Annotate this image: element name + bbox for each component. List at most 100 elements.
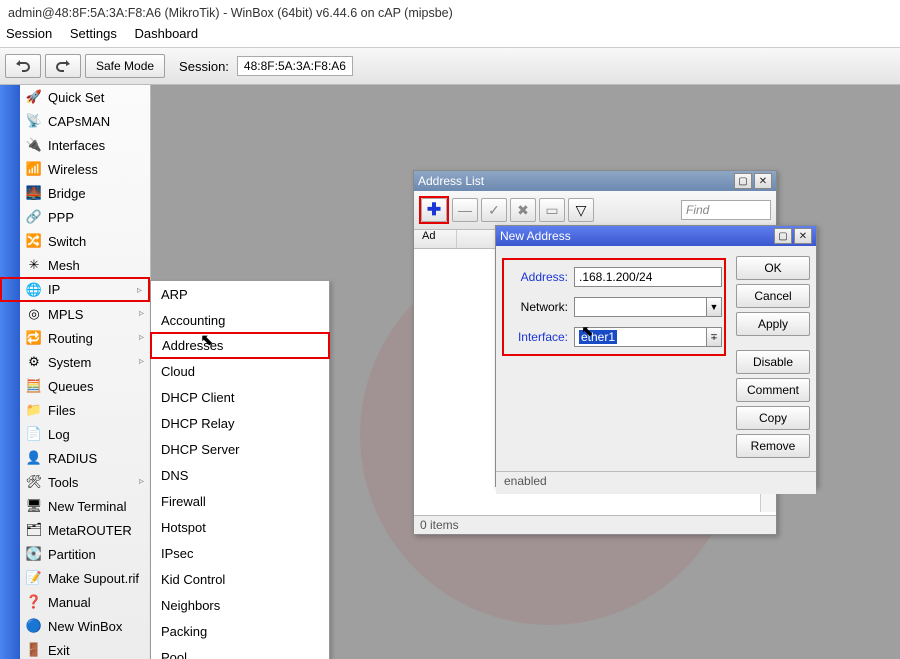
sidebar-item-system[interactable]: ⚙System▹ (20, 350, 150, 374)
sidebar-item-metarouter[interactable]: 🗂MetaROUTER (20, 518, 150, 542)
sidebar-icon: 📶 (26, 161, 42, 177)
main-toolbar: Safe Mode Session: 48:8F:5A:3A:F8:A6 (0, 48, 900, 85)
min-button[interactable]: ▢ (774, 228, 792, 244)
close-button[interactable]: ✕ (754, 173, 772, 189)
sidebar-icon: 🔌 (26, 137, 42, 153)
new-address-status: enabled (496, 471, 816, 494)
sidebar-item-radius[interactable]: 👤RADIUS (20, 446, 150, 470)
sidebar-item-files[interactable]: 📁Files (20, 398, 150, 422)
filter-button[interactable]: ▽ (568, 198, 594, 222)
sidebar-item-new-winbox[interactable]: 🔵New WinBox (20, 614, 150, 638)
address-input[interactable]: .168.1.200/24 (574, 267, 722, 287)
comment-button[interactable]: Comment (736, 378, 810, 402)
sidebar-item-manual[interactable]: ❓Manual (20, 590, 150, 614)
cancel-button[interactable]: Cancel (736, 284, 810, 308)
sidebar-label: System (48, 355, 91, 370)
disable-button[interactable]: ✖ (510, 198, 536, 222)
sidebar-icon: ⚙ (26, 354, 42, 370)
sidebar-icon: 🌐 (26, 282, 42, 298)
sidebar-icon: 🛠 (26, 474, 42, 490)
ok-button[interactable]: OK (736, 256, 810, 280)
sidebar-item-ppp[interactable]: 🔗PPP (20, 205, 150, 229)
submenu-item-packing[interactable]: Packing (151, 618, 329, 644)
sidebar-item-make-supout-rif[interactable]: 📝Make Supout.rif (20, 566, 150, 590)
submenu-item-dhcp-relay[interactable]: DHCP Relay (151, 410, 329, 436)
sidebar-label: Partition (48, 547, 96, 562)
new-address-title: New Address (500, 229, 772, 243)
find-input[interactable]: Find (681, 200, 771, 220)
remove-button[interactable]: Remove (736, 434, 810, 458)
sidebar-icon: 🌉 (26, 185, 42, 201)
menu-session[interactable]: Session (6, 26, 52, 41)
sidebar-icon: ◎ (26, 306, 42, 322)
session-value[interactable]: 48:8F:5A:3A:F8:A6 (237, 56, 353, 76)
sidebar-item-routing[interactable]: 🔁Routing▹ (20, 326, 150, 350)
undo-button[interactable] (5, 54, 41, 78)
sidebar-label: Mesh (48, 258, 80, 273)
submenu-item-dns[interactable]: DNS (151, 462, 329, 488)
sidebar-item-quick-set[interactable]: 🚀Quick Set (20, 85, 150, 109)
menu-dashboard[interactable]: Dashboard (134, 26, 198, 41)
sidebar-label: PPP (48, 210, 74, 225)
comment-button[interactable]: ▭ (539, 198, 565, 222)
submenu-item-dhcp-client[interactable]: DHCP Client (151, 384, 329, 410)
remove-button[interactable]: — (452, 198, 478, 222)
submenu-item-arp[interactable]: ARP (151, 281, 329, 307)
copy-button[interactable]: Copy (736, 406, 810, 430)
sidebar-icon: 🔁 (26, 330, 42, 346)
submenu-item-pool[interactable]: Pool (151, 644, 329, 659)
ip-submenu: ARPAccountingAddressesCloudDHCP ClientDH… (150, 280, 330, 659)
submenu-item-kid-control[interactable]: Kid Control (151, 566, 329, 592)
sidebar-item-interfaces[interactable]: 🔌Interfaces (20, 133, 150, 157)
submenu-arrow-icon: ▹ (137, 285, 142, 296)
sidebar-label: Manual (48, 595, 91, 610)
submenu-item-neighbors[interactable]: Neighbors (151, 592, 329, 618)
sidebar-item-exit[interactable]: 🚪Exit (20, 638, 150, 659)
window-title: admin@48:8F:5A:3A:F8:A6 (MikroTik) - Win… (0, 0, 900, 24)
apply-button[interactable]: Apply (736, 312, 810, 336)
sidebar-label: Wireless (48, 162, 98, 177)
sidebar-label: IP (48, 282, 60, 297)
redo-button[interactable] (45, 54, 81, 78)
sidebar-item-wireless[interactable]: 📶 Wireless (20, 157, 150, 181)
sidebar-label: Queues (48, 379, 94, 394)
network-input[interactable] (574, 297, 707, 317)
enable-button[interactable]: ✓ (481, 198, 507, 222)
sidebar-item-mesh[interactable]: ✳ Mesh (20, 253, 150, 277)
sidebar-icon: 🚪 (26, 642, 42, 658)
submenu-arrow-icon: ▹ (139, 332, 144, 343)
interface-dropdown[interactable]: ∓ (707, 327, 722, 347)
disable-button[interactable]: Disable (736, 350, 810, 374)
submenu-item-accounting[interactable]: Accounting (151, 307, 329, 333)
interface-input[interactable]: ether1 (574, 327, 707, 347)
sidebar-item-capsman[interactable]: 📡CAPsMAN (20, 109, 150, 133)
network-dropdown[interactable]: ▼ (707, 297, 722, 317)
safe-mode-button[interactable]: Safe Mode (85, 54, 165, 78)
sidebar-item-queues[interactable]: 🧮Queues (20, 374, 150, 398)
sidebar-item-ip[interactable]: 🌐 IP ▹ (0, 277, 150, 302)
sidebar-icon: 🚀 (26, 89, 42, 105)
col-address[interactable]: Ad (420, 230, 457, 248)
sidebar-icon: 👤 (26, 450, 42, 466)
menu-settings[interactable]: Settings (70, 26, 117, 41)
submenu-item-hotspot[interactable]: Hotspot (151, 514, 329, 540)
sidebar-label: New WinBox (48, 619, 122, 634)
new-address-buttons: OK Cancel Apply Disable Comment Copy Rem… (736, 252, 810, 488)
submenu-item-firewall[interactable]: Firewall (151, 488, 329, 514)
sidebar-item-new-terminal[interactable]: 🖥New Terminal (20, 494, 150, 518)
submenu-item-ipsec[interactable]: IPsec (151, 540, 329, 566)
sidebar-item-bridge[interactable]: 🌉Bridge (20, 181, 150, 205)
sidebar-item-log[interactable]: 📄Log (20, 422, 150, 446)
submenu-item-addresses[interactable]: Addresses (150, 332, 330, 359)
submenu-item-dhcp-server[interactable]: DHCP Server (151, 436, 329, 462)
min-button[interactable]: ▢ (734, 173, 752, 189)
sidebar-item-mpls[interactable]: ◎MPLS▹ (20, 302, 150, 326)
close-button[interactable]: ✕ (794, 228, 812, 244)
sidebar-icon: ✳ (26, 257, 42, 273)
sidebar-item-switch[interactable]: 🔀Switch (20, 229, 150, 253)
add-button[interactable]: ✚ (421, 198, 447, 222)
sidebar-label: CAPsMAN (48, 114, 110, 129)
sidebar-item-tools[interactable]: 🛠Tools▹ (20, 470, 150, 494)
sidebar-item-partition[interactable]: 💽Partition (20, 542, 150, 566)
submenu-item-cloud[interactable]: Cloud (151, 358, 329, 384)
